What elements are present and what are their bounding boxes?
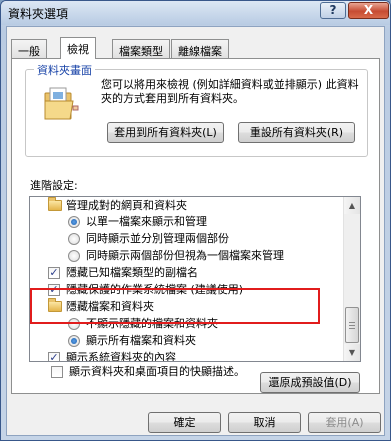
folder-view-legend: 資料夾畫面	[34, 62, 95, 78]
folder-icon	[48, 197, 62, 211]
item-label: 隱藏已知檔案類型的副檔名	[66, 266, 198, 279]
highlight-box	[30, 288, 320, 324]
grip-line	[349, 325, 355, 326]
checkbox-unchecked[interactable]	[51, 366, 63, 378]
folder-view-group: 資料夾畫面 您可以將用來檢視 (例如詳細資料或並排顯示) 此資料夾的方式套用到所…	[25, 62, 368, 157]
grip-line	[349, 328, 355, 329]
folder-views-icon	[44, 87, 79, 120]
item-label: 同時顯示兩個部份但視為一個檔案來管理	[86, 249, 284, 262]
item-label: 以單一檔案來顯示和管理	[86, 215, 207, 228]
checkbox-checked[interactable]: ✓	[48, 352, 60, 361]
dialog-body: 一般 檢視 檔案類型 離線檔案 資料夾畫面 您可以將用來檢視 (例如詳細資料或並…	[6, 26, 385, 436]
view-tab-panel: 資料夾畫面 您可以將用來檢視 (例如詳細資料或並排顯示) 此資料夾的方式套用到所…	[11, 58, 380, 394]
advanced-settings-label: 進階設定:	[30, 179, 78, 192]
advanced-settings-list: 管理成對的網頁和資料夾 以單一檔案來顯示和管理 同時顯示並分別管理兩個部份 同時…	[29, 196, 361, 362]
window-title: 資料夾選項	[8, 7, 69, 21]
item-label: 管理成對的網頁和資料夾	[66, 199, 187, 212]
reset-all-folders-button[interactable]: 重設所有資料夾(R)	[238, 122, 355, 143]
tab-general[interactable]: 一般	[11, 39, 47, 58]
scroll-down-arrow-icon[interactable]: ▼	[344, 344, 360, 361]
scrollbar-thumb[interactable]	[345, 307, 359, 343]
cancel-button[interactable]: 取消	[228, 412, 301, 433]
item-label: 顯示所有檔案和資料夾	[86, 334, 196, 347]
item-label: 同時顯示並分別管理兩個部份	[86, 232, 229, 245]
close-button[interactable]: X	[348, 2, 389, 19]
title-bar[interactable]: 資料夾選項 ? X	[1, 1, 390, 25]
help-button[interactable]: ?	[320, 2, 346, 19]
radio-button[interactable]	[68, 335, 80, 347]
radio-button[interactable]	[68, 250, 80, 262]
restore-defaults-button[interactable]: 還原成預設值(D)	[260, 372, 360, 393]
item-label: 顯示資料夾和桌面項目的快顯描述。	[69, 365, 245, 378]
folder-options-dialog: 資料夾選項 ? X 一般 檢視 檔案類型 離線檔案 資料夾畫面 您可以將用來檢視…	[0, 0, 391, 441]
radio-button[interactable]	[68, 233, 80, 245]
ok-button[interactable]: 確定	[148, 412, 221, 433]
tab-view[interactable]: 檢視	[60, 37, 96, 59]
apply-button[interactable]: 套用(A)	[308, 412, 381, 433]
tab-file-types[interactable]: 檔案類型	[112, 39, 170, 58]
scroll-up-arrow-icon[interactable]: ▲	[344, 197, 360, 214]
tab-offline-files[interactable]: 離線檔案	[171, 39, 229, 58]
folder-view-description: 您可以將用來檢視 (例如詳細資料或並排顯示) 此資料夾的方式套用到所有資料夾。	[101, 78, 359, 105]
item-label: 顯示系統資料夾的內容	[66, 351, 176, 362]
checkbox-checked[interactable]: ✓	[48, 267, 60, 279]
apply-to-all-folders-button[interactable]: 套用到所有資料夾(L)	[107, 122, 224, 143]
radio-button[interactable]	[68, 216, 80, 228]
grip-line	[349, 322, 355, 323]
vertical-scrollbar[interactable]: ▲ ▼	[343, 197, 360, 361]
